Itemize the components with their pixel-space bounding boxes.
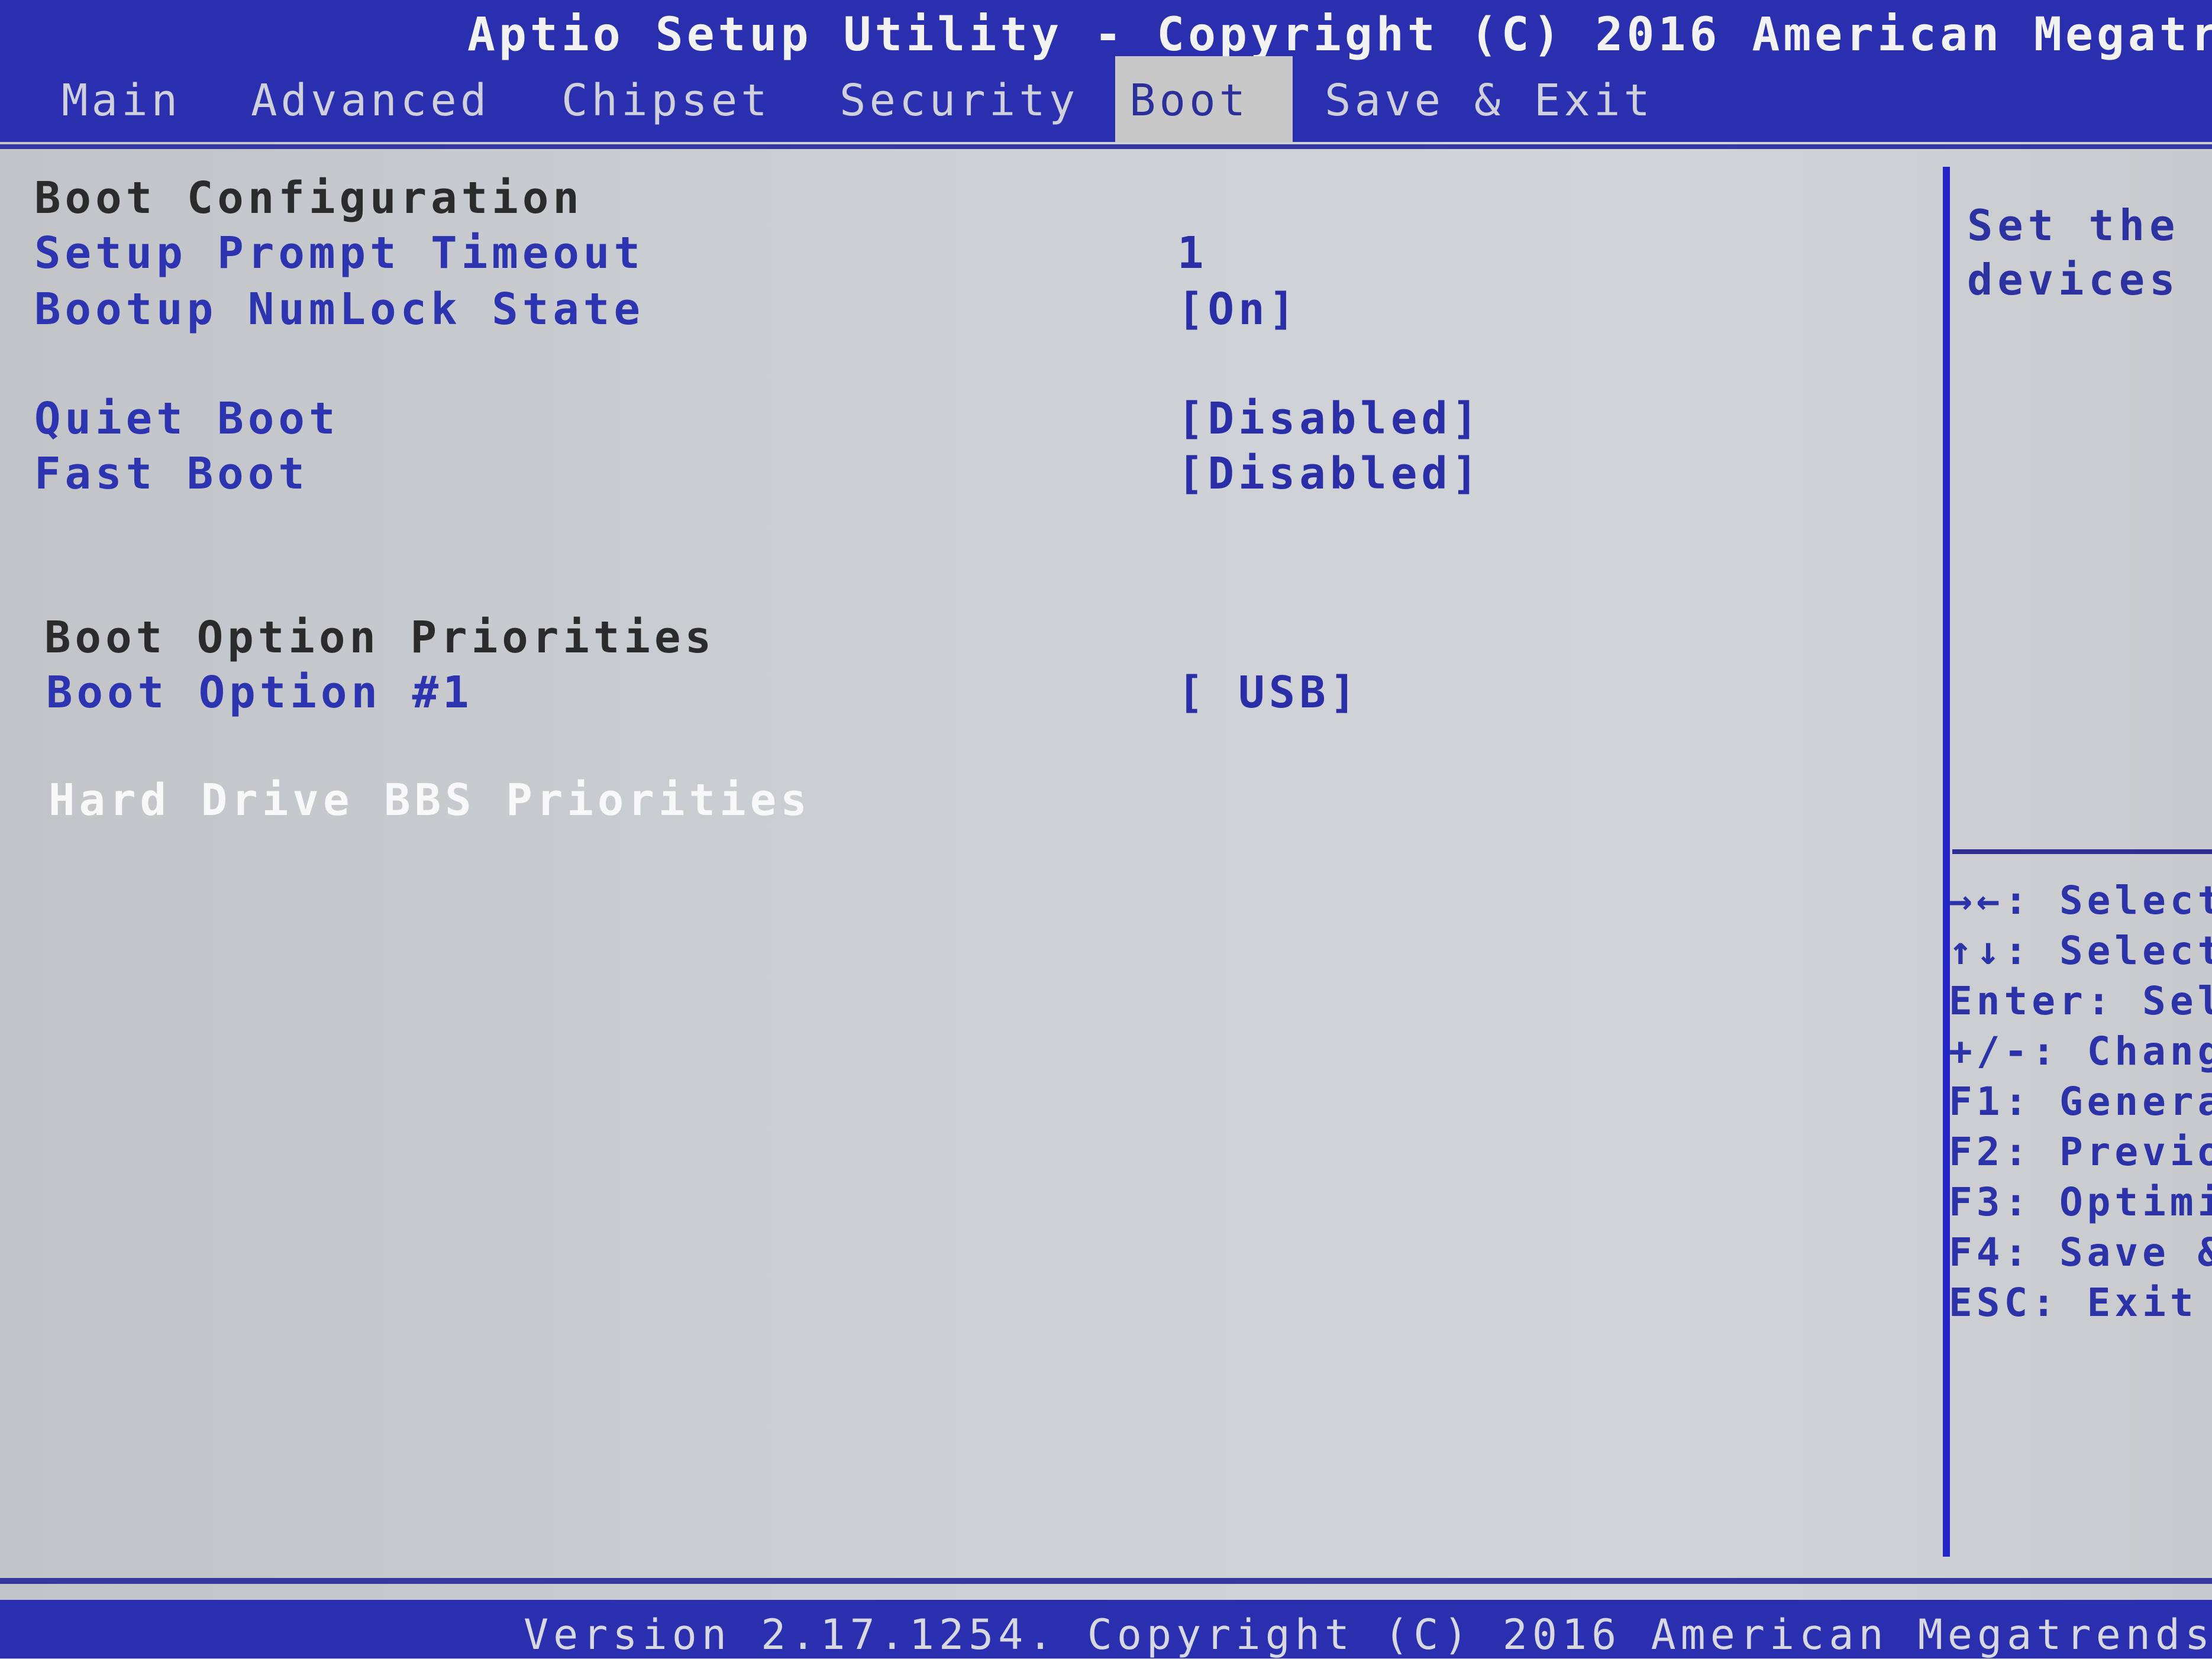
- setup-prompt-timeout-value[interactable]: 1: [1177, 228, 1208, 279]
- bootup-numlock-state-label: Bootup NumLock State: [34, 284, 645, 335]
- tab-advanced[interactable]: Advanced: [237, 56, 504, 142]
- fast-boot-label: Fast Boot: [34, 448, 309, 499]
- bootup-numlock-state-row[interactable]: Bootup NumLock State [On]: [0, 284, 1929, 337]
- boot-configuration-heading: Boot Configuration: [34, 173, 583, 224]
- key-hint-plus-minus: +/-: Chang: [1949, 1029, 2212, 1074]
- key-hint-f2: F2: Previo: [1949, 1129, 2212, 1175]
- tab-save-exit[interactable]: Save & Exit: [1310, 56, 1668, 142]
- boot-option-1-row[interactable]: Boot Option #1 [ USB]: [0, 667, 1929, 720]
- quiet-boot-label: Quiet Boot: [34, 393, 340, 444]
- tab-main[interactable]: Main: [47, 56, 195, 142]
- key-hint-left-right: →←: Select: [1946, 875, 2212, 926]
- footer-bar: Version 2.17.1254. Copyright (C) 2016 Am…: [0, 1600, 2212, 1659]
- bootup-numlock-state-value[interactable]: [On]: [1177, 284, 1299, 335]
- quiet-boot-row[interactable]: Quiet Boot [Disabled]: [0, 393, 1929, 447]
- tab-chipset[interactable]: Chipset: [547, 56, 785, 142]
- help-description: Set the c devices i: [1967, 200, 2212, 305]
- left-right-arrows-icon: →←: Select: [1949, 878, 2212, 923]
- setup-prompt-timeout-label: Setup Prompt Timeout: [34, 228, 645, 279]
- boot-option-1-value[interactable]: [ USB]: [1177, 667, 1360, 718]
- header-bar: Aptio Setup Utility - Copyright (C) 2016…: [0, 0, 2212, 142]
- key-hint-up-down: ↑↓: Select: [1946, 926, 2212, 976]
- help-separator: [1952, 849, 2212, 854]
- setup-prompt-timeout-row[interactable]: Setup Prompt Timeout 1: [0, 228, 1929, 281]
- version-copyright: Version 2.17.1254. Copyright (C) 2016 Am…: [524, 1611, 2212, 1659]
- footer-divider: [0, 1578, 2212, 1584]
- section-heading-boot-configuration: Boot Configuration: [0, 173, 1929, 226]
- tab-boot[interactable]: Boot: [1115, 56, 1293, 142]
- up-down-arrows-icon: ↑↓: Select: [1949, 928, 2212, 974]
- help-panel-divider: [1943, 167, 1950, 1557]
- fast-boot-row[interactable]: Fast Boot [Disabled]: [0, 448, 1929, 502]
- quiet-boot-value[interactable]: [Disabled]: [1177, 393, 1483, 444]
- boot-option-1-label: Boot Option #1: [46, 667, 473, 718]
- key-hint-esc: ESC: Exit: [1949, 1280, 2198, 1325]
- boot-option-priorities-heading: Boot Option Priorities: [44, 612, 716, 663]
- app-title: Aptio Setup Utility - Copyright (C) 2016…: [467, 8, 2212, 62]
- key-hint-f4: F4: Save &: [1949, 1230, 2212, 1275]
- header-divider: [0, 144, 2212, 149]
- hard-drive-bbs-priorities-label[interactable]: Hard Drive BBS Priorities: [49, 775, 811, 826]
- tab-bar: Main Advanced Chipset Security Boot Save…: [0, 56, 2212, 142]
- key-legend: →←: Select ↑↓: Select Enter: Sel +/-: Ch…: [1946, 875, 2212, 1328]
- key-hint-f3: F3: Optimi: [1949, 1179, 2212, 1225]
- tab-security[interactable]: Security: [825, 56, 1093, 142]
- key-hint-f1: F1: Genera: [1949, 1079, 2212, 1124]
- key-hint-enter: Enter: Sel: [1949, 978, 2212, 1024]
- fast-boot-value[interactable]: [Disabled]: [1177, 448, 1483, 499]
- hard-drive-bbs-priorities-row[interactable]: Hard Drive BBS Priorities: [0, 775, 1929, 828]
- section-heading-boot-option-priorities: Boot Option Priorities: [0, 612, 1929, 665]
